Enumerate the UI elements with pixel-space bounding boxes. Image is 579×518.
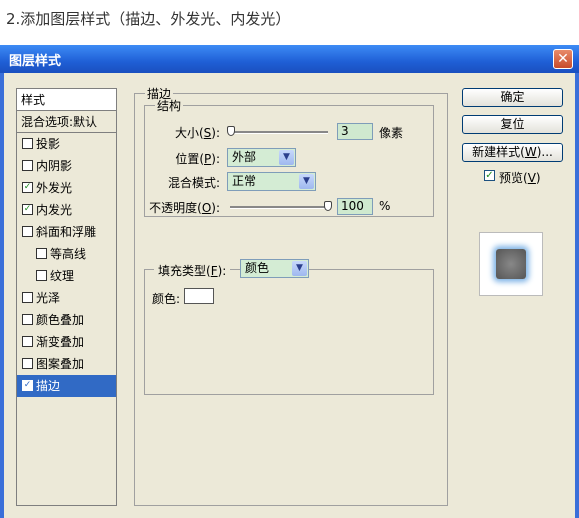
style-list-item[interactable]: 图案叠加: [17, 353, 116, 375]
reset-button[interactable]: 复位: [462, 115, 563, 134]
opacity-input[interactable]: 100: [337, 198, 373, 215]
check-icon: ✓: [485, 170, 494, 181]
style-list-item[interactable]: 颜色叠加: [17, 309, 116, 331]
layer-style-dialog: 图层样式 ✕ 样式 混合选项:默认 投影 内阴影 ✓ 外发光 ✓ 内发光 斜面和浮雕 等高线 纹理…: [0, 45, 579, 518]
color-label: 颜色:: [152, 292, 181, 306]
style-list-item-label: 斜面和浮雕: [36, 225, 97, 239]
style-list-item[interactable]: 斜面和浮雕: [17, 221, 116, 243]
preview-checkbox[interactable]: ✓: [484, 170, 495, 181]
style-list-item[interactable]: 等高线: [17, 243, 116, 265]
style-list-item[interactable]: 混合选项:默认: [17, 111, 116, 133]
title-bar[interactable]: 图层样式 ✕: [0, 45, 579, 73]
style-list-item-label: 内阴影: [36, 159, 73, 173]
size-slider[interactable]: [230, 131, 328, 134]
style-checkbox[interactable]: [22, 226, 33, 237]
blend-mode-label: 混合模式:: [167, 176, 220, 190]
style-list-item-label: 光泽: [36, 291, 61, 305]
blend-mode-select[interactable]: 正常 ▼: [227, 172, 316, 191]
blend-mode-select-value: 正常: [232, 174, 257, 188]
fill-type-select[interactable]: 颜色 ▼: [240, 259, 309, 278]
style-checkbox[interactable]: [22, 160, 33, 171]
style-list-item[interactable]: 光泽: [17, 287, 116, 309]
size-slider-thumb[interactable]: [227, 126, 235, 136]
style-list: 样式 混合选项:默认 投影 内阴影 ✓ 外发光 ✓ 内发光 斜面和浮雕 等高线 纹理 光泽 颜色叠加渐…: [16, 88, 117, 506]
position-select[interactable]: 外部 ▼: [227, 148, 296, 167]
style-list-item[interactable]: ✓ 外发光: [17, 177, 116, 199]
position-select-value: 外部: [232, 150, 257, 164]
size-label: 大小(S):: [174, 126, 220, 140]
chevron-down-icon[interactable]: ▼: [279, 150, 294, 165]
style-list-item[interactable]: ✓ 描边: [17, 375, 116, 397]
style-checkbox[interactable]: ✓: [22, 380, 33, 391]
style-list-item[interactable]: 纹理: [17, 265, 116, 287]
style-list-item-label: 颜色叠加: [36, 313, 85, 327]
window-title: 图层样式: [9, 54, 62, 69]
style-checkbox[interactable]: ✓: [22, 182, 33, 193]
chevron-down-icon[interactable]: ▼: [299, 174, 314, 189]
style-list-item-label: 等高线: [50, 247, 87, 261]
close-icon[interactable]: ✕: [553, 49, 573, 69]
style-list-item[interactable]: 渐变叠加: [17, 331, 116, 353]
style-list-item-label: 外发光: [36, 181, 73, 195]
style-checkbox[interactable]: [22, 138, 33, 149]
style-checkbox[interactable]: [36, 248, 47, 259]
opacity-unit: %: [379, 199, 391, 213]
preview-square: [496, 249, 526, 279]
fill-type-label: 填充类型(F):: [154, 262, 231, 279]
dialog-body: 样式 混合选项:默认 投影 内阴影 ✓ 外发光 ✓ 内发光 斜面和浮雕 等高线 纹理 光泽 颜色叠加渐…: [4, 73, 575, 518]
style-list-item-label: 投影: [36, 137, 61, 151]
style-list-item[interactable]: 内阴影: [17, 155, 116, 177]
page-caption: 2.添加图层样式（描边、外发光、内发光）: [6, 10, 291, 28]
style-list-item[interactable]: 投影: [17, 133, 116, 155]
style-list-header[interactable]: 样式: [17, 89, 116, 111]
style-preview-thumbnail: [479, 232, 543, 296]
opacity-label: 不透明度(O):: [149, 201, 220, 215]
style-list-item-label: 渐变叠加: [36, 335, 85, 349]
opacity-slider-thumb[interactable]: [324, 201, 332, 211]
chevron-down-icon[interactable]: ▼: [292, 261, 307, 276]
size-unit: 像素: [379, 126, 404, 140]
style-list-item-label: 描边: [36, 379, 61, 393]
structure-group-legend: 结构: [157, 99, 182, 113]
style-checkbox[interactable]: [22, 292, 33, 303]
style-checkbox[interactable]: [22, 336, 33, 347]
style-checkbox[interactable]: [22, 358, 33, 369]
style-checkbox[interactable]: [36, 270, 47, 281]
style-list-item[interactable]: ✓ 内发光: [17, 199, 116, 221]
style-list-item-label: 纹理: [50, 269, 75, 283]
style-list-item-label: 混合选项:默认: [21, 115, 98, 129]
style-checkbox[interactable]: [22, 314, 33, 325]
new-style-button[interactable]: 新建样式(W)...: [462, 143, 563, 162]
position-label: 位置(P):: [175, 152, 220, 166]
opacity-slider[interactable]: [230, 206, 328, 209]
ok-button[interactable]: 确定: [462, 88, 563, 107]
style-list-item-label: 内发光: [36, 203, 73, 217]
fill-type-select-value: 颜色: [245, 261, 270, 275]
preview-label: 预览(V): [499, 171, 541, 185]
style-checkbox[interactable]: ✓: [22, 204, 33, 215]
size-input[interactable]: 3: [337, 123, 373, 140]
color-swatch[interactable]: [184, 288, 214, 304]
style-list-item-label: 图案叠加: [36, 357, 85, 371]
